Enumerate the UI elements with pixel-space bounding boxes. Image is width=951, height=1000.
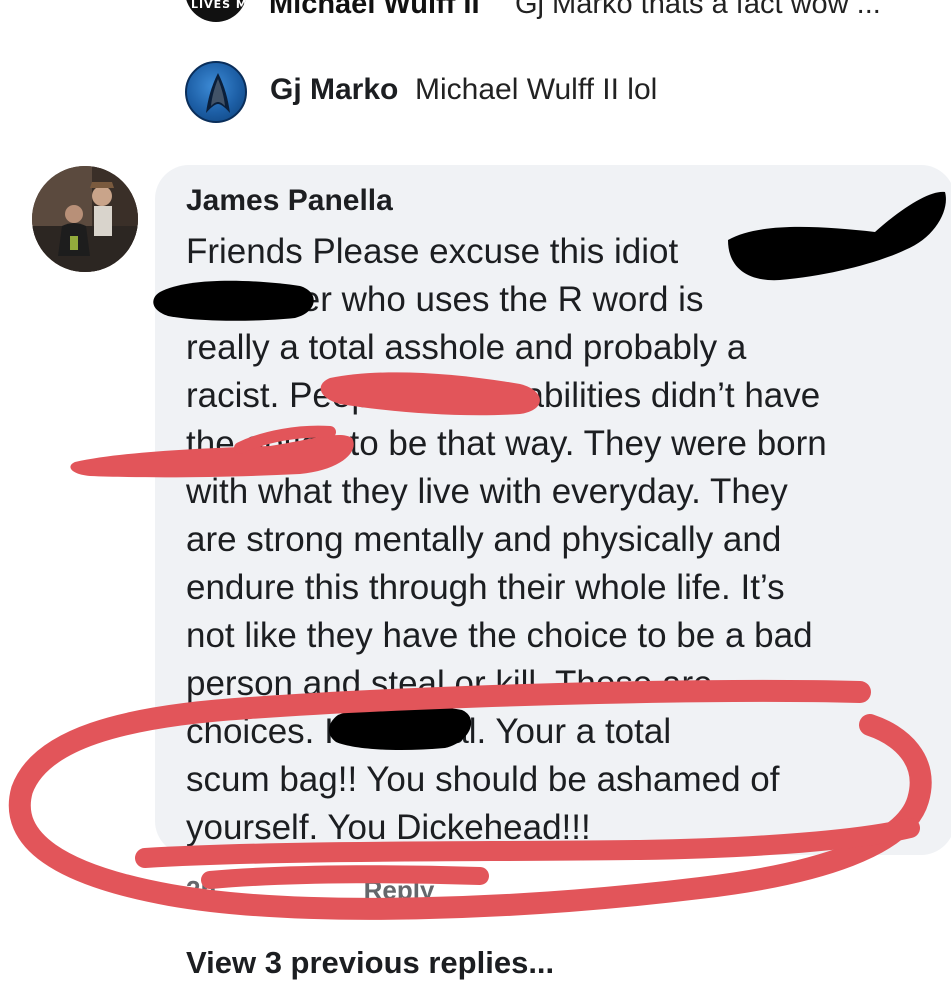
reply-row-michael: LIVES MATTER Michael Wulff II Gj Marko t…	[185, 0, 945, 22]
comment-line: yourself. You Dickehead!!!	[186, 808, 591, 847]
comment-line: scum bag!! You should be ashamed of	[186, 760, 780, 799]
starfleet-insignia-avatar-icon[interactable]	[185, 61, 247, 123]
reply-author-name[interactable]: Gj Marko	[270, 73, 398, 107]
comment-line: not like they have the choice to be a ba…	[186, 616, 813, 655]
comment-line: really a total asshole and probably a	[186, 328, 747, 367]
user-avatar[interactable]	[32, 166, 138, 272]
comment-time: 2h	[186, 875, 217, 905]
comment-author-name[interactable]: James Panella	[186, 184, 393, 218]
avatar-badge-text: LIVES MATTER	[191, 0, 247, 11]
comment-line: the option to be that way. They were bor…	[186, 424, 827, 463]
comment-body: Friends Please excuse this idiot Any los…	[186, 228, 906, 852]
comment-line: person and steal or kill. Those are	[186, 664, 713, 703]
reply-text: Gj Marko thats a fact wow ...	[515, 0, 881, 20]
lives-matter-avatar-icon[interactable]: LIVES MATTER	[185, 0, 247, 22]
comment-line: with what they live with everyday. They	[186, 472, 788, 511]
comment-line: are strong mentally and physically and	[186, 520, 782, 559]
comment-line: Any loser who uses the R word is	[186, 280, 704, 319]
comment-meta: 2h Reply	[186, 875, 434, 906]
reply-text: Michael Wulff II lol	[415, 73, 658, 106]
comment-line: racist. People with disabilities didn’t …	[186, 376, 821, 415]
reply-author-name[interactable]: Michael Wulff II	[269, 0, 480, 21]
reply-link[interactable]: Reply	[364, 875, 435, 905]
comment-line: choices. It’s official. Your a total	[186, 712, 672, 751]
comment-line: endure this through their whole life. It…	[186, 568, 785, 607]
comment-line: Friends Please excuse this idiot	[186, 232, 679, 271]
view-previous-replies-link[interactable]: View 3 previous replies...	[186, 945, 554, 981]
